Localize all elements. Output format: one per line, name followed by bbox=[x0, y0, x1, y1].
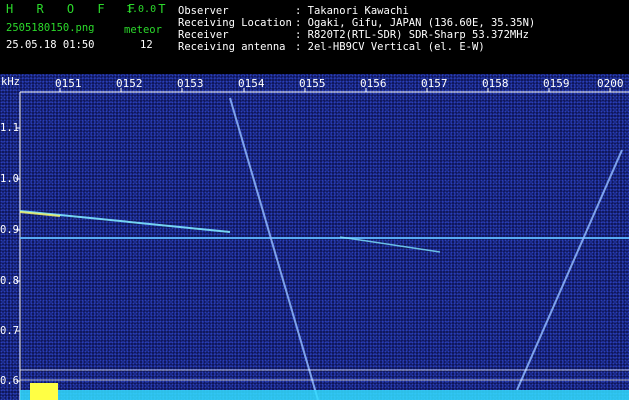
meteor-echo-2 bbox=[339, 236, 441, 253]
time-tick: 0154 bbox=[238, 77, 265, 90]
time-tick: 0157 bbox=[421, 77, 448, 90]
baseline-noise bbox=[20, 390, 629, 400]
freq-tick: 0.6 bbox=[0, 375, 19, 387]
freq-tick: 0.8 bbox=[0, 275, 19, 287]
time-tick: 0159 bbox=[543, 77, 570, 90]
time-tick: 0155 bbox=[299, 77, 326, 90]
doppler-trace-1 bbox=[229, 97, 319, 400]
freq-tick: 1.1 bbox=[0, 122, 19, 134]
freq-tick: 1.0 bbox=[0, 173, 19, 185]
doppler-trace-2 bbox=[516, 149, 623, 391]
freq-axis-ticks bbox=[16, 127, 20, 382]
spectrogram-overlay bbox=[16, 88, 629, 400]
time-tick: 0200 bbox=[597, 77, 624, 90]
time-tick: 0156 bbox=[360, 77, 387, 90]
time-tick: 0151 bbox=[55, 77, 82, 90]
freq-tick: 0.7 bbox=[0, 325, 19, 337]
freq-unit-label: kHz bbox=[1, 76, 20, 88]
time-axis-ticks bbox=[59, 88, 611, 92]
time-tick: 0158 bbox=[482, 77, 509, 90]
time-tick: 0152 bbox=[116, 77, 143, 90]
time-tick: 0153 bbox=[177, 77, 204, 90]
baseline-peak bbox=[30, 383, 58, 400]
freq-tick: 0.9 bbox=[0, 224, 19, 236]
